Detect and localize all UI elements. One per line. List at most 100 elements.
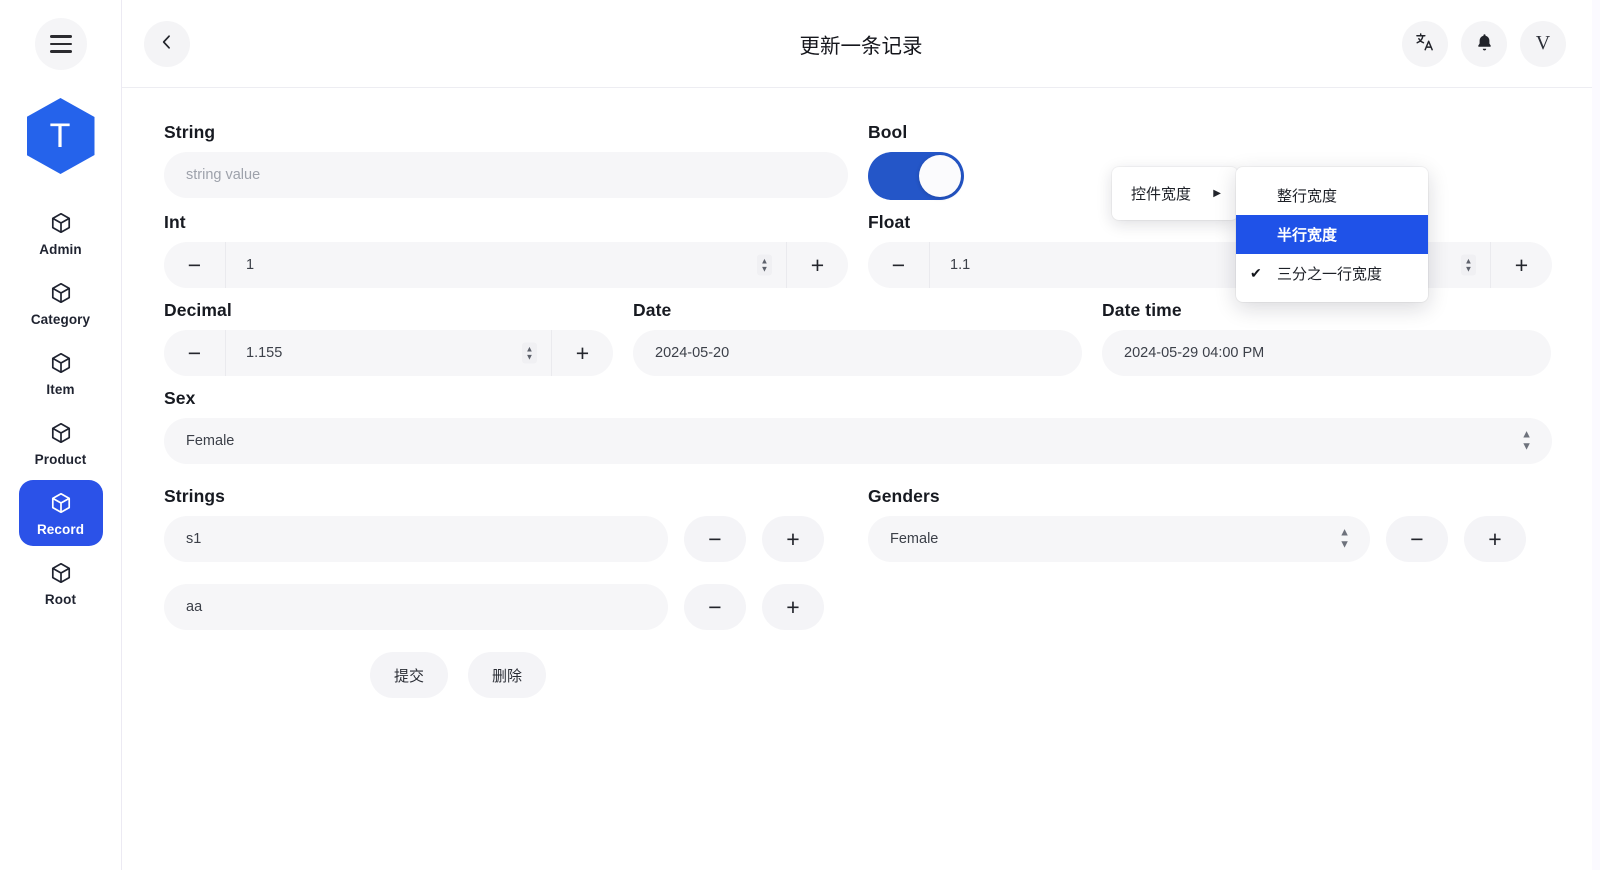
sidebar-item-label: Item	[46, 382, 74, 397]
sidebar-item-record[interactable]: Record	[19, 480, 103, 546]
delete-button[interactable]: 删除	[468, 652, 546, 698]
spin-up: ▲	[761, 258, 769, 264]
form-row-5: Strings − + − + 提交 删除	[164, 486, 1560, 698]
right-edge-strip	[1592, 0, 1600, 870]
field-label-date: Date	[633, 300, 1082, 321]
hamburger-bar	[50, 43, 72, 45]
spin-down: ▼	[761, 266, 769, 272]
context-menu: 控件宽度 ▶ 整行宽度 半行宽度 ✔ 三分之一行宽度	[1112, 167, 1428, 302]
strings-row: − +	[164, 584, 848, 630]
app-logo[interactable]: T	[27, 98, 95, 174]
check-icon: ✔	[1250, 265, 1267, 282]
submenu-item-full-width[interactable]: 整行宽度	[1236, 176, 1428, 215]
hamburger-icon[interactable]	[35, 18, 87, 70]
submenu-item-label: 三分之一行宽度	[1277, 263, 1382, 284]
submenu-item-half-width[interactable]: 半行宽度	[1236, 215, 1428, 254]
genders-remove-button-0[interactable]: −	[1386, 516, 1448, 562]
int-stepper: − ▲▼ +	[164, 242, 848, 288]
decimal-increment-button[interactable]: +	[551, 330, 613, 376]
sidebar-item-root[interactable]: Root	[19, 550, 103, 616]
toggle-knob	[919, 155, 961, 197]
strings-add-button-1[interactable]: +	[762, 584, 824, 630]
hamburger-bar	[50, 50, 72, 52]
decimal-decrement-button[interactable]: −	[164, 330, 226, 376]
float-decrement-button[interactable]: −	[868, 242, 930, 288]
context-menu-parent-label: 控件宽度	[1131, 183, 1191, 204]
form-row-4: Sex ▲▼	[164, 388, 1560, 476]
main-area: 更新一条记录 V	[122, 0, 1600, 870]
genders-add-button-0[interactable]: +	[1464, 516, 1526, 562]
float-increment-button[interactable]: +	[1490, 242, 1552, 288]
sidebar-item-label: Product	[35, 452, 87, 467]
decimal-input[interactable]	[226, 330, 551, 376]
submenu-item-third-width[interactable]: ✔ 三分之一行宽度	[1236, 254, 1428, 293]
genders-select-0[interactable]	[868, 516, 1370, 562]
translate-button[interactable]	[1402, 21, 1448, 67]
form-row-3: Decimal − ▲▼ + Date Date time	[164, 300, 1560, 388]
sidebar-item-label: Admin	[39, 242, 82, 257]
field-label-genders: Genders	[868, 486, 1552, 507]
hamburger-bar	[50, 35, 72, 37]
sidebar-item-label: Root	[45, 592, 76, 607]
field-decimal: Decimal − ▲▼ +	[164, 300, 613, 376]
strings-remove-button-1[interactable]: −	[684, 584, 746, 630]
field-strings: Strings − + − + 提交 删除	[164, 486, 848, 698]
notifications-button[interactable]	[1461, 21, 1507, 67]
bool-toggle[interactable]	[868, 152, 964, 200]
spin-down: ▼	[526, 354, 534, 360]
topbar: 更新一条记录 V	[122, 0, 1600, 88]
strings-remove-button-0[interactable]: −	[684, 516, 746, 562]
int-spinner[interactable]: ▲▼	[757, 255, 772, 276]
topbar-actions: V	[1402, 21, 1566, 67]
translate-icon	[1414, 31, 1436, 56]
field-datetime: Date time	[1102, 300, 1551, 376]
field-label-sex: Sex	[164, 388, 1552, 409]
context-menu-item-width[interactable]: 控件宽度 ▶	[1112, 176, 1238, 211]
sex-select[interactable]	[164, 418, 1552, 464]
field-genders: Genders ▲▼ − +	[868, 486, 1552, 584]
strings-input-1[interactable]	[164, 584, 668, 630]
sidebar-item-admin[interactable]: Admin	[19, 200, 103, 266]
spin-up: ▲	[526, 346, 534, 352]
cube-icon	[49, 281, 73, 305]
datetime-input[interactable]	[1102, 330, 1551, 376]
chevron-left-icon	[157, 32, 177, 55]
float-spinner[interactable]: ▲▼	[1461, 255, 1476, 276]
strings-add-button-0[interactable]: +	[762, 516, 824, 562]
decimal-spinner[interactable]: ▲▼	[522, 343, 537, 364]
string-input[interactable]	[164, 152, 848, 198]
strings-row: − +	[164, 516, 848, 562]
logo-letter: T	[50, 117, 72, 156]
decimal-input-wrap: ▲▼	[226, 330, 551, 376]
sidebar-item-item[interactable]: Item	[19, 340, 103, 406]
field-date: Date	[633, 300, 1082, 376]
field-label-int: Int	[164, 212, 848, 233]
submit-button[interactable]: 提交	[370, 652, 448, 698]
app-root: T Admin Category Item	[0, 0, 1600, 870]
genders-select-wrap: ▲▼	[868, 516, 1370, 562]
sidebar-item-label: Category	[31, 312, 90, 327]
cube-icon	[49, 211, 73, 235]
submenu-item-label: 整行宽度	[1277, 185, 1337, 206]
sidebar-item-category[interactable]: Category	[19, 270, 103, 336]
date-input[interactable]	[633, 330, 1082, 376]
back-button[interactable]	[144, 21, 190, 67]
genders-row: ▲▼ − +	[868, 516, 1552, 562]
sidebar-item-product[interactable]: Product	[19, 410, 103, 476]
sidebar: T Admin Category Item	[0, 0, 122, 870]
int-decrement-button[interactable]: −	[164, 242, 226, 288]
field-label-datetime: Date time	[1102, 300, 1551, 321]
avatar-initial: V	[1536, 32, 1550, 55]
avatar[interactable]: V	[1520, 21, 1566, 67]
int-increment-button[interactable]: +	[786, 242, 848, 288]
field-label-strings: Strings	[164, 486, 848, 507]
spin-up: ▲	[1465, 258, 1473, 264]
int-input[interactable]	[226, 242, 786, 288]
strings-input-0[interactable]	[164, 516, 668, 562]
sidebar-nav: Admin Category Item Product	[0, 200, 121, 616]
field-label-string: String	[164, 122, 848, 143]
cube-icon	[49, 351, 73, 375]
field-label-decimal: Decimal	[164, 300, 613, 321]
context-menu-parent: 控件宽度 ▶	[1112, 167, 1238, 220]
chevron-right-icon: ▶	[1213, 189, 1221, 199]
